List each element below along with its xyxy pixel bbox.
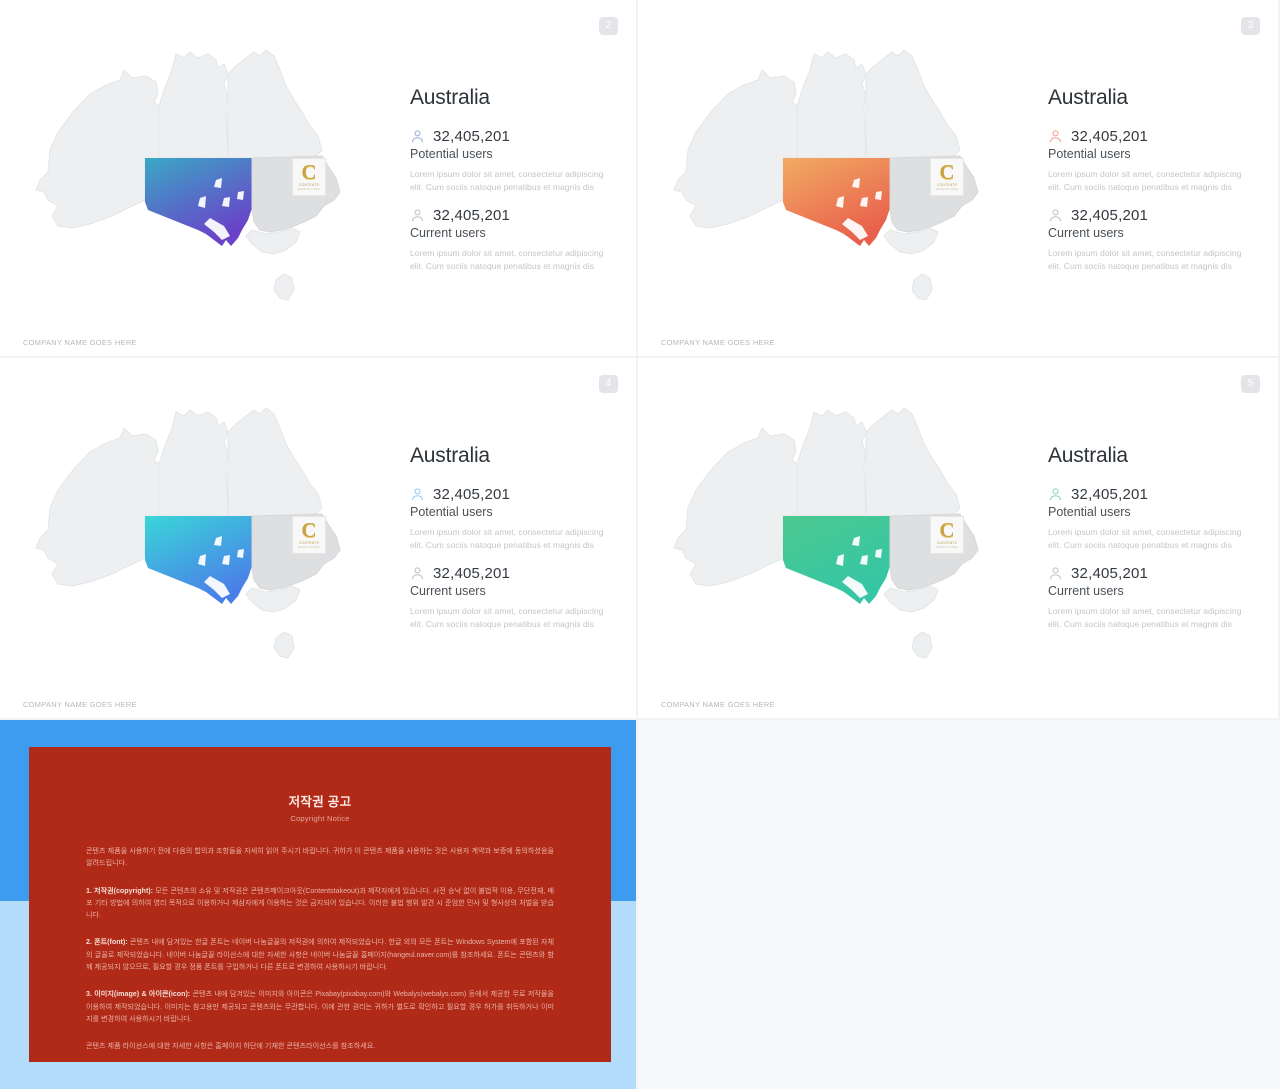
- stat-label: Current users: [410, 226, 486, 240]
- stat-description: Lorem ipsum dolor sit amet, consectetur …: [410, 606, 604, 629]
- watermark-letter: C: [301, 518, 317, 542]
- copyright-section-1: 1. 저작권(copyright): 모든 콘텐츠의 소유 및 저작권은 콘텐츠…: [86, 885, 554, 922]
- stat-label: Potential users: [1048, 505, 1131, 519]
- copyright-slide[interactable]: 저작권 공고 Copyright Notice 콘텐츠 제품을 사용하기 전에 …: [0, 720, 638, 1089]
- watermark-logo: C CONTENTS MADE IN KOREA: [292, 516, 326, 554]
- watermark-sub2: MADE IN KOREA: [297, 546, 321, 549]
- australia-map: C CONTENTS MADE IN KOREA: [666, 40, 1016, 320]
- user-icon: [1050, 209, 1061, 222]
- stat-label: Current users: [1048, 226, 1124, 240]
- copyright-footer: 콘텐츠 제품 라이선스에 대한 자세한 사항은 홈페이지 하단에 기재한 콘텐츠…: [86, 1042, 376, 1051]
- stat-row: 32,405,201: [410, 207, 620, 224]
- section-1-head: 1. 저작권(copyright):: [86, 886, 154, 895]
- watermark-logo: C CONTENTS MADE IN KOREA: [930, 158, 964, 196]
- slide-grid: 2 C CONTENTS MADE IN KOREA Australia 32,…: [0, 0, 1280, 1089]
- slide-panel[interactable]: 2 C CONTENTS MADE IN KOREA Australia 32,…: [0, 0, 638, 358]
- watermark-logo: C CONTENTS MADE IN KOREA: [930, 516, 964, 554]
- copyright-intro: 콘텐츠 제품을 사용하기 전에 다음의 합의과 조항들을 자세히 읽어 주시기 …: [86, 847, 554, 868]
- slide-info: Australia 32,405,201 Potential users Lor…: [410, 444, 620, 631]
- user-icon: [412, 130, 423, 143]
- company-name: COMPANY NAME GOES HERE: [23, 700, 137, 709]
- slide-panel[interactable]: 3 C CONTENTS MADE IN KOREA Australia 32,…: [638, 0, 1280, 358]
- australia-map: C CONTENTS MADE IN KOREA: [666, 398, 1016, 678]
- stat-row: 32,405,201: [1048, 128, 1258, 145]
- stat-description: Lorem ipsum dolor sit amet, consectetur …: [1048, 248, 1242, 271]
- company-name: COMPANY NAME GOES HERE: [23, 338, 137, 347]
- stat-description: Lorem ipsum dolor sit amet, consectetur …: [410, 248, 604, 271]
- watermark-letter: C: [939, 518, 955, 542]
- watermark-sub: CONTENTS: [298, 541, 320, 545]
- slide-info: Australia 32,405,201 Potential users Lor…: [1048, 444, 1258, 631]
- slide-number-badge: 2: [599, 17, 618, 35]
- copyright-subtitle: Copyright Notice: [290, 814, 350, 823]
- user-icon: [1050, 130, 1061, 143]
- stat-value: 32,405,201: [1071, 128, 1149, 145]
- user-icon: [412, 209, 423, 222]
- australia-map: C CONTENTS MADE IN KOREA: [28, 40, 378, 320]
- stat-description: Lorem ipsum dolor sit amet, consectetur …: [1048, 169, 1242, 192]
- watermark-letter: C: [301, 160, 317, 184]
- slide-panel[interactable]: 5 C CONTENTS MADE IN KOREA Australia 32,…: [638, 358, 1280, 720]
- copyright-body: 콘텐츠 제품을 사용하기 전에 다음의 합의과 조항들을 자세히 읽어 주시기 …: [86, 845, 554, 1053]
- stat-label: Current users: [1048, 584, 1124, 598]
- section-1-text: 모든 콘텐츠의 소유 및 저작권은 콘텐츠메이크아웃(Contentstakeo…: [86, 886, 554, 920]
- watermark-sub: CONTENTS: [936, 183, 958, 187]
- country-title: Australia: [1048, 86, 1128, 109]
- slide-info: Australia 32,405,201 Potential users Lor…: [1048, 86, 1258, 273]
- country-title: Australia: [1048, 444, 1128, 467]
- slide-panel[interactable]: 4 C CONTENTS MADE IN KOREA Australia 32,…: [0, 358, 638, 720]
- country-title: Australia: [410, 444, 490, 467]
- stat-row: 32,405,201: [1048, 565, 1258, 582]
- copyright-content: 저작권 공고 Copyright Notice 콘텐츠 제품을 사용하기 전에 …: [86, 791, 554, 1062]
- stat-value: 32,405,201: [433, 207, 511, 224]
- stat-description: Lorem ipsum dolor sit amet, consectetur …: [410, 169, 604, 192]
- stat-value: 32,405,201: [433, 565, 511, 582]
- copyright-card: 저작권 공고 Copyright Notice 콘텐츠 제품을 사용하기 전에 …: [29, 747, 611, 1062]
- stat-label: Current users: [410, 584, 486, 598]
- slide-number-badge: 5: [1241, 375, 1260, 393]
- company-name: COMPANY NAME GOES HERE: [661, 338, 775, 347]
- copyright-section-2: 2. 폰트(font): 콘텐츠 내에 담겨있는 한글 폰트는 네이버 나눔글꼴…: [86, 936, 554, 973]
- stat-label: Potential users: [1048, 147, 1131, 161]
- stat-value: 32,405,201: [1071, 207, 1149, 224]
- stat-value: 32,405,201: [1071, 565, 1149, 582]
- stat-value: 32,405,201: [433, 486, 511, 503]
- stat-value: 32,405,201: [1071, 486, 1149, 503]
- section-2-text: 콘텐츠 내에 담겨있는 한글 폰트는 네이버 나눔글꼴의 저작권에 의하여 제작…: [86, 938, 554, 972]
- copyright-title: 저작권 공고: [288, 795, 352, 809]
- stat-label: Potential users: [410, 505, 493, 519]
- slide-number-badge: 3: [1241, 17, 1260, 35]
- user-icon: [412, 488, 423, 501]
- watermark-logo: C CONTENTS MADE IN KOREA: [292, 158, 326, 196]
- stat-row: 32,405,201: [410, 128, 620, 145]
- slide-number-badge: 4: [599, 375, 618, 393]
- user-icon: [412, 567, 423, 580]
- section-3-head: 3. 이미지(image) & 아이콘(icon):: [86, 990, 191, 999]
- stat-description: Lorem ipsum dolor sit amet, consectetur …: [1048, 527, 1242, 550]
- user-icon: [1050, 488, 1061, 501]
- stat-description: Lorem ipsum dolor sit amet, consectetur …: [410, 527, 604, 550]
- company-name: COMPANY NAME GOES HERE: [661, 700, 775, 709]
- country-title: Australia: [410, 86, 490, 109]
- stat-row: 32,405,201: [1048, 207, 1258, 224]
- watermark-sub: CONTENTS: [298, 183, 320, 187]
- watermark-letter: C: [939, 160, 955, 184]
- stat-row: 32,405,201: [1048, 486, 1258, 503]
- watermark-sub2: MADE IN KOREA: [935, 546, 959, 549]
- watermark-sub2: MADE IN KOREA: [935, 188, 959, 191]
- stat-row: 32,405,201: [410, 565, 620, 582]
- watermark-sub2: MADE IN KOREA: [297, 188, 321, 191]
- stat-description: Lorem ipsum dolor sit amet, consectetur …: [1048, 606, 1242, 629]
- empty-cell: [638, 720, 1280, 1089]
- australia-map: C CONTENTS MADE IN KOREA: [28, 398, 378, 678]
- slide-info: Australia 32,405,201 Potential users Lor…: [410, 86, 620, 273]
- section-2-head: 2. 폰트(font):: [86, 938, 128, 947]
- user-icon: [1050, 567, 1061, 580]
- watermark-sub: CONTENTS: [936, 541, 958, 545]
- stat-row: 32,405,201: [410, 486, 620, 503]
- stat-value: 32,405,201: [433, 128, 511, 145]
- copyright-section-3: 3. 이미지(image) & 아이콘(icon): 콘텐츠 내에 담겨있는 이…: [86, 988, 554, 1025]
- stat-label: Potential users: [410, 147, 493, 161]
